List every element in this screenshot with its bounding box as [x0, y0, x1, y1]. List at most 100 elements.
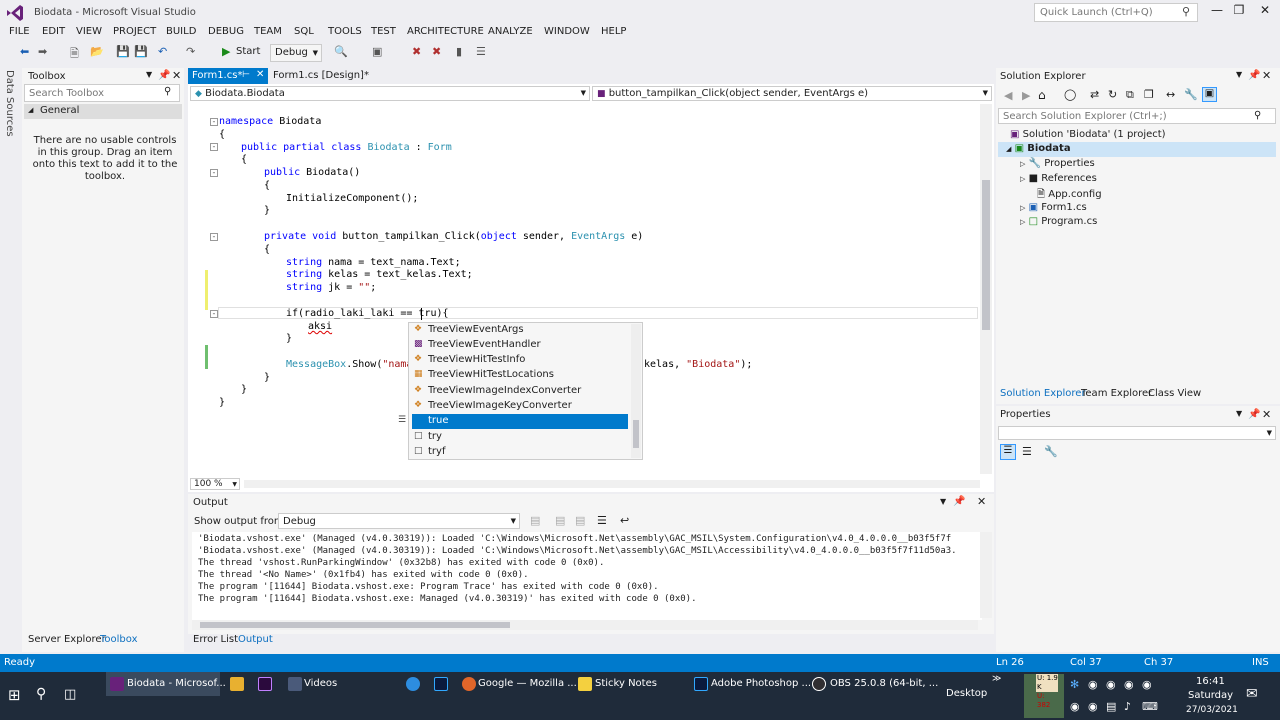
close-icon[interactable]: ✕ [1262, 408, 1271, 421]
photoshop-icon[interactable] [434, 677, 448, 691]
clock-date[interactable]: 27/03/2021 [1186, 705, 1238, 715]
output-scroll-thumb[interactable] [200, 622, 510, 628]
comment-icon[interactable]: ☰ [476, 45, 486, 58]
dropdown-icon[interactable]: ▼ [1236, 409, 1242, 418]
tray-icon[interactable]: ◉ [1106, 678, 1116, 691]
fold-toggle-icon[interactable]: - [210, 310, 218, 318]
tray-icon[interactable]: ◉ [1142, 678, 1152, 691]
menu-project[interactable]: PROJECT [113, 26, 156, 37]
task-view-icon[interactable]: ◫ [64, 687, 76, 702]
sync-icon[interactable]: ⇄ [1090, 88, 1099, 101]
tab-form1-design[interactable]: Form1.cs [Design]* [270, 68, 380, 84]
menu-sql[interactable]: SQL [294, 26, 314, 37]
volume-icon[interactable]: ♪ [1124, 700, 1131, 713]
toolbox-search-input[interactable]: Search Toolbox [24, 84, 180, 102]
fold-toggle-icon[interactable]: - [210, 233, 218, 241]
start-button-label[interactable]: Start [236, 46, 260, 57]
tab-team-explorer[interactable]: Team Explorer [1081, 388, 1152, 399]
intellisense-item[interactable]: ❖ TreeViewImageIndexConverter [412, 384, 628, 399]
horizontal-scrollbar[interactable] [244, 480, 980, 488]
home-icon[interactable]: ⌂ [1038, 88, 1046, 102]
search-icon[interactable]: ⚲ [1182, 5, 1190, 18]
search-icon[interactable]: ⚲ [1254, 110, 1261, 121]
edge-icon[interactable] [406, 677, 420, 691]
menu-view[interactable]: VIEW [76, 26, 102, 37]
intellisense-item[interactable]: ❖ TreeViewImageKeyConverter [412, 399, 628, 414]
after-effects-icon[interactable] [258, 677, 272, 691]
close-window-button[interactable]: ✕ [1254, 3, 1276, 21]
language-icon[interactable]: ⌨ [1142, 700, 1158, 713]
dropdown-icon[interactable]: ▼ [146, 70, 152, 79]
show-all-files-icon[interactable]: ❐ [1144, 88, 1154, 101]
clear-all-icon[interactable]: ☰ [597, 514, 607, 527]
tab-server-explorer[interactable]: Server Explorer [28, 634, 106, 645]
pin-icon[interactable]: 📌 [1248, 70, 1260, 81]
collapse-all-icon[interactable]: ⧉ [1126, 88, 1134, 102]
type-navigation-dropdown[interactable]: ◆ Biodata.Biodata ▼ [190, 86, 590, 101]
pin-icon[interactable]: 📌 [953, 496, 965, 507]
menu-tools[interactable]: TOOLS [328, 26, 362, 37]
intellisense-item-selected[interactable]: ☰ true [398, 414, 628, 429]
view-code-icon[interactable]: ↔ [1166, 88, 1175, 101]
menu-help[interactable]: HELP [601, 26, 626, 37]
tree-item-program[interactable]: ▷ □ Program.cs [1020, 216, 1097, 227]
back-icon[interactable]: ◀ [1004, 89, 1012, 102]
save-all-icon[interactable]: 💾 [134, 45, 148, 58]
clock-day[interactable]: Saturday [1188, 690, 1233, 701]
taskbar-app-photoshop[interactable]: Adobe Photoshop ... [711, 675, 811, 695]
close-icon[interactable]: ✕ [977, 495, 986, 508]
project-node[interactable]: ◢ ▣ Biodata [1006, 143, 1071, 154]
find-message-icon[interactable]: ▤ [530, 514, 540, 527]
show-more-icon[interactable]: ≫ [992, 674, 1001, 684]
tab-toolbox[interactable]: Toolbox [100, 634, 138, 645]
tab-form1-cs[interactable]: Form1.cs* ⊢ ✕ [188, 68, 268, 84]
word-wrap-icon[interactable]: ↩ [620, 514, 629, 527]
pending-changes-icon[interactable]: ◯ [1064, 88, 1076, 101]
clock-time[interactable]: 16:41 [1196, 676, 1225, 687]
menu-architecture[interactable]: ARCHITECTURE [407, 26, 484, 37]
menu-edit[interactable]: EDIT [42, 26, 65, 37]
configuration-dropdown[interactable]: Debug ▼ [270, 44, 322, 62]
property-pages-icon[interactable]: 🔧 [1044, 445, 1058, 458]
next-message-icon[interactable]: ▤ [575, 514, 585, 527]
tray-icon[interactable]: ◉ [1070, 700, 1080, 713]
bluetooth-icon[interactable]: ✻ [1070, 678, 1079, 691]
fold-toggle-icon[interactable]: - [210, 143, 218, 151]
tool-icon-2[interactable]: ✖ [432, 45, 441, 58]
redo-icon[interactable]: ↷ [186, 45, 195, 58]
menu-test[interactable]: TEST [371, 26, 396, 37]
intellisense-item[interactable]: ❖ TreeViewHitTestInfo [412, 353, 628, 368]
tab-error-list[interactable]: Error List [193, 634, 238, 645]
menu-window[interactable]: WINDOW [544, 26, 590, 37]
alphabetical-icon[interactable]: ☰ [1022, 445, 1032, 458]
search-icon[interactable]: ⚲ [164, 86, 171, 97]
forward-icon[interactable]: ▶ [1022, 89, 1030, 102]
categorized-icon[interactable]: ☰ [1000, 444, 1016, 460]
output-source-dropdown[interactable]: Debug ▼ [278, 513, 520, 529]
save-icon[interactable]: 💾 [116, 45, 130, 58]
tree-item-references[interactable]: ▷ ■ References [1020, 173, 1097, 184]
dropdown-icon[interactable]: ▼ [1236, 70, 1242, 79]
layout-icon[interactable]: ▣ [372, 45, 382, 58]
solution-node[interactable]: ▣ Solution 'Biodata' (1 project) [1010, 129, 1166, 140]
file-explorer-icon[interactable] [230, 677, 244, 691]
dropdown-icon[interactable]: ▼ [940, 497, 946, 506]
bookmark-icon[interactable]: ▮ [456, 45, 462, 58]
menu-team[interactable]: TEAM [254, 26, 282, 37]
properties-wrench-icon[interactable]: 🔧 [1184, 88, 1198, 101]
zoom-dropdown[interactable]: 100 % ▼ [190, 478, 240, 490]
properties-object-dropdown[interactable]: ▼ [998, 426, 1276, 440]
pin-icon[interactable]: 📌 [158, 70, 170, 81]
menu-file[interactable]: FILE [9, 26, 30, 37]
tree-item-properties[interactable]: ▷ 🔧 Properties [1020, 158, 1095, 169]
tray-icon[interactable]: ◉ [1088, 700, 1098, 713]
forward-icon[interactable]: ➡ [38, 45, 47, 58]
menu-build[interactable]: BUILD [166, 26, 196, 37]
collapse-triangle-icon[interactable]: ◢ [28, 106, 33, 114]
close-icon[interactable]: ✕ [256, 69, 264, 80]
toolbox-group-general[interactable]: General [24, 104, 182, 119]
scrollbar-thumb[interactable] [982, 180, 990, 330]
desktop-toolbar[interactable]: Desktop [946, 688, 987, 699]
back-icon[interactable]: ⬅ [20, 45, 29, 58]
data-sources-tab[interactable]: Data Sources [4, 70, 15, 137]
